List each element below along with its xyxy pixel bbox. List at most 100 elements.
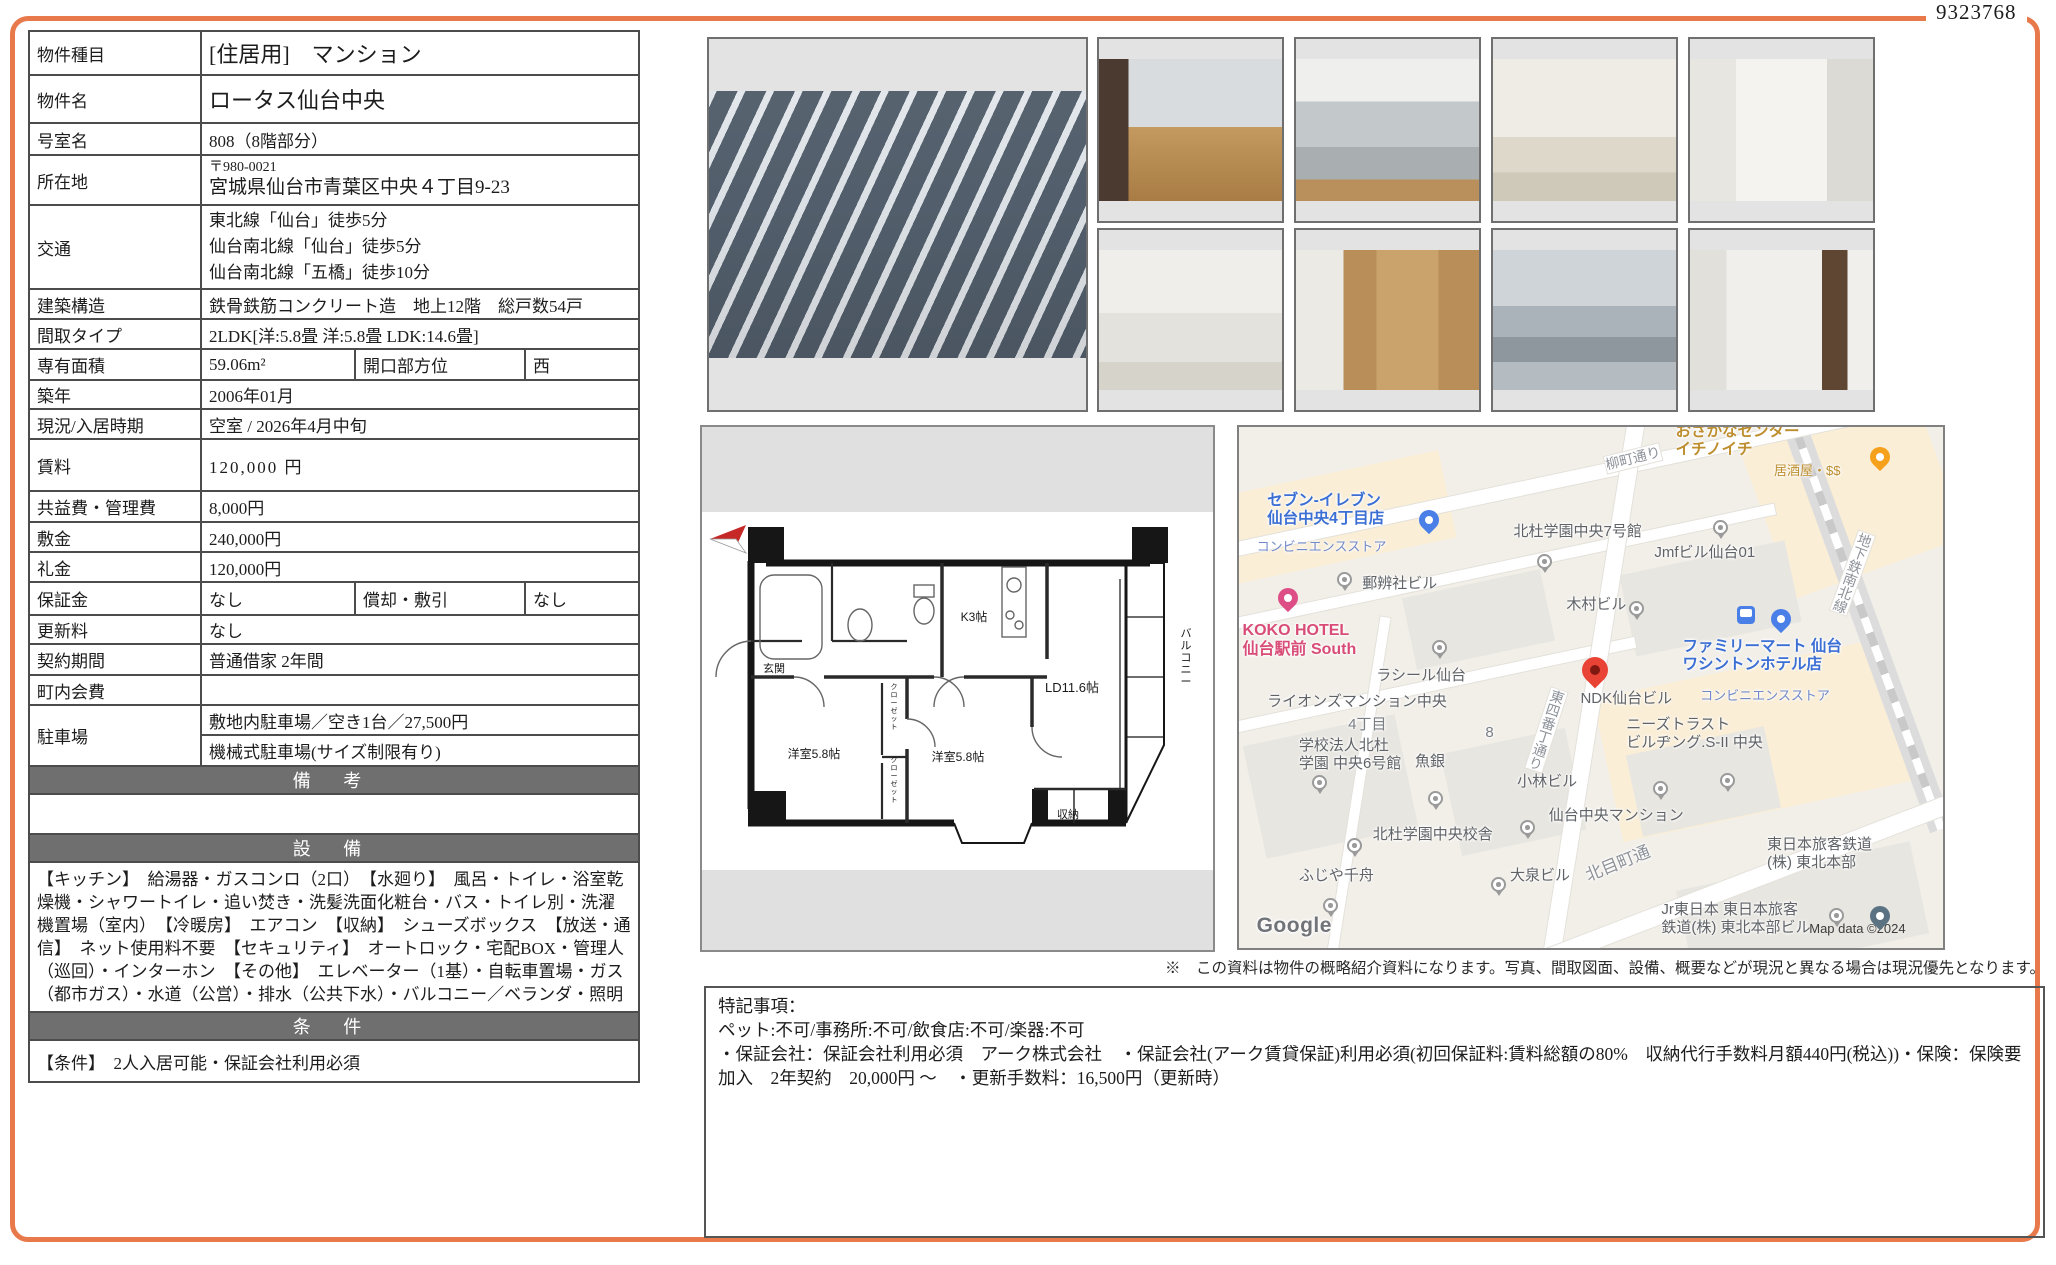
label-area: 専有面積 [29,349,201,380]
map-label: 北目町通 [1583,842,1654,886]
floorplan-room-label: 収納 [1057,808,1079,821]
value-status: 空室 / 2026年4月中旬 [201,409,639,439]
map-label: NDK仙台ビル [1580,690,1672,708]
map-label: ファミリーマート 仙台 ワシントンホテル店 [1683,638,1842,675]
hallway-photo [1688,228,1875,412]
value-contract: 普通借家 2年間 [201,644,639,675]
map-label: 小林ビル [1517,773,1577,791]
floorplan-room-label: バルコニー [1181,627,1192,688]
balcony-photo-image [1493,250,1676,390]
floorplan-room-label: クローゼット [891,683,898,731]
label-access: 交通 [29,205,201,289]
property-table: 物件種目[住居用] マンション 物件名ロータス仙台中央 号室名808（8階部分）… [28,30,640,1083]
washbasin-photo-image [1099,250,1282,390]
map-label: ラシール仙台 [1376,667,1466,685]
map-label: コンビニエンスストア [1257,539,1387,554]
special-notes-line2: ・保証会社：保証会社利用必須 アーク株式会社 ・保証会社(アーク賃貸保証)利用必… [718,1042,2031,1090]
map-label: 北杜学園中央校舎 [1373,826,1493,844]
floorplan-room-label: LD11.6帖 [1045,680,1099,695]
label-property-type: 物件種目 [29,31,201,75]
washbasin-photo [1097,228,1284,412]
map-label: 仙台中央マンション [1549,807,1684,825]
value-access: 東北線「仙台」徒歩5分 仙台南北線「仙台」徒歩5分 仙台南北線「五橋」徒歩10分 [201,205,639,289]
label-rent: 賃料 [29,439,201,491]
property-flyer-page: 9323768 物件種目[住居用] マンション 物件名ロータス仙台中央 号室名8… [0,0,2056,1265]
floorplan-room-label: 洋室5.8帖 [932,749,985,764]
map-label: KOKO HOTEL 仙台駅前 South [1243,622,1357,660]
special-notes-box: 特記事項： ペット:不可/事務所:不可/飲食店:不可/楽器:不可 ・保証会社：保… [704,986,2045,1238]
label-renewal: 更新料 [29,615,201,644]
map-label: 学校法人北杜 学園 中央6号館 [1299,737,1402,772]
map-attribution: Map data ©2024 [1809,921,1905,936]
value-area: 59.06m² [201,349,355,380]
map-label: 4丁目 [1348,716,1386,734]
map-label: 郵辨社ビル [1362,575,1437,593]
bathroom-photo [1491,37,1678,223]
hallway-photo-image [1690,250,1873,390]
label-key-money: 礼金 [29,552,201,582]
label-built: 築年 [29,380,201,409]
conditions-header-bar: 条 件 [29,1012,639,1040]
value-room: 808（8階部分） [201,123,639,155]
kitchen-photo-image [1296,59,1479,201]
value-layout: 2LDK[洋:5.8畳 洋:5.8畳 LDK:14.6畳] [201,319,639,349]
postal-code: 〒980-0021 [209,160,631,176]
map-label: ライオンズマンション中央 [1267,693,1447,711]
toilet-photo-image [1690,59,1873,201]
value-address: 〒980-0021宮城県仙台市青葉区中央４丁目9-23 [201,155,639,205]
value-property-name: ロータス仙台中央 [201,75,639,123]
label-guarantee: 保証金 [29,582,201,615]
value-rent: 120,000 円 [201,439,639,491]
notes-header-bar: 備 考 [29,766,639,794]
map-label: 木村ビル [1566,596,1626,614]
value-direction: 西 [525,349,639,380]
label-layout: 間取タイプ [29,319,201,349]
value-parking-2: 機械式駐車場(サイズ制限有り) [201,735,639,766]
floorplan-room-label: 玄関 [763,661,785,675]
label-contract: 契約期間 [29,644,201,675]
value-parking-1: 敷地内駐車場／空き1台／27,500円 [201,705,639,735]
map-label: 東日本旅客鉄道 (株) 東北本部 [1767,836,1872,871]
value-guarantee: なし [201,582,355,615]
label-chonai: 町内会費 [29,675,201,705]
living-room-photo [1097,37,1284,223]
label-structure: 建築構造 [29,289,201,319]
map-label: 魚銀 [1415,753,1445,771]
map-label: おさかなセンター イチノイチ [1675,425,1799,459]
map: セブン-イレブン 仙台中央4丁目店コンビニエンスストアおさかなセンター イチノイ… [1237,425,1945,950]
google-logo: Google [1257,914,1332,939]
conditions-text: 【条件】 2人入居可能・保証会社利用必須 [29,1040,639,1082]
balcony-photo [1491,228,1678,412]
special-notes-line1: ペット:不可/事務所:不可/飲食店:不可/楽器:不可 [718,1018,2031,1042]
living-room-photo-image [1099,59,1282,201]
equipment-header-bar: 設 備 [29,834,639,862]
label-property-name: 物件名 [29,75,201,123]
map-label: 8 [1485,724,1493,742]
toilet-photo [1688,37,1875,223]
value-deposit: 240,000円 [201,522,639,552]
document-id: 9323768 [1926,0,2027,25]
map-label: ニーズトラスト ビルヂング.S-II 中央 [1626,716,1763,751]
map-label: 居酒屋・$$ [1774,463,1840,478]
disclaimer: ※ この資料は物件の概略紹介資料になります。写真、間取図面、設備、概要などが現況… [700,956,2045,978]
closet-photo-image [1296,250,1479,390]
floorplan-room-label: クローゼット [891,756,898,804]
map-label: コンビニエンスストア [1700,688,1830,703]
floorplan-room-label: 洋室5.8帖 [788,746,841,761]
label-direction: 開口部方位 [355,349,525,380]
kitchen-photo [1294,37,1481,223]
notes-empty-cell [29,794,639,834]
label-status: 現況/入居時期 [29,409,201,439]
floorplan: 玄関K3帖LD11.6帖洋室5.8帖洋室5.8帖収納バルコニークローゼットクロー… [700,425,1215,952]
value-renewal: なし [201,615,639,644]
value-amortization: なし [525,582,639,615]
value-key-money: 120,000円 [201,552,639,582]
label-fees: 共益費・管理費 [29,491,201,522]
value-chonai [201,675,639,705]
label-deposit: 敷金 [29,522,201,552]
map-label: 北杜学園中央7号館 [1514,523,1642,541]
bathroom-photo-image [1493,59,1676,201]
building-exterior-photo-image [709,91,1086,358]
value-fees: 8,000円 [201,491,639,522]
map-label: Jmfビル仙台01 [1654,544,1755,562]
